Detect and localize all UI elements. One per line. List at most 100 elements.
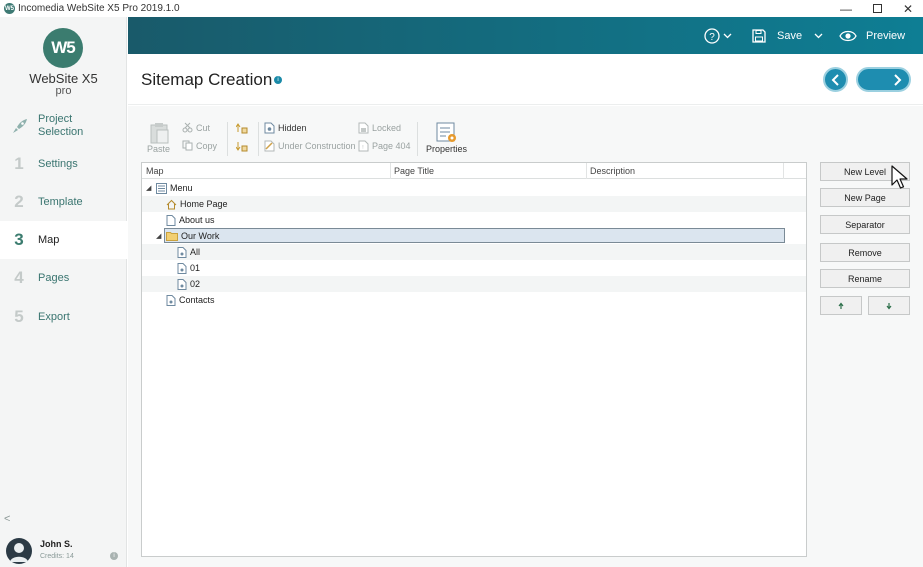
page-header: Sitemap Creation i xyxy=(128,54,923,105)
avatar xyxy=(6,538,32,564)
move-down-button[interactable] xyxy=(868,296,910,315)
column-divider xyxy=(586,163,587,179)
tree-row-about-us[interactable]: About us xyxy=(142,212,806,228)
tree-row-02[interactable]: 02 xyxy=(142,276,806,292)
page404-label: Page 404 xyxy=(372,141,411,151)
move-down-level-button[interactable] xyxy=(236,140,251,152)
locked-toggle[interactable]: Locked xyxy=(358,122,401,134)
sidebar-item-pages[interactable]: 4 Pages xyxy=(0,259,127,297)
tree-row-label: All xyxy=(190,247,201,257)
tree-header: Map Page Title Description xyxy=(142,163,806,179)
home-icon xyxy=(166,199,177,209)
locked-label: Locked xyxy=(372,123,402,133)
move-up-level-button[interactable] xyxy=(236,122,251,134)
tree-row-01[interactable]: 01 xyxy=(142,260,806,276)
tree-row-label: Home Page xyxy=(180,199,228,209)
page-icon xyxy=(177,278,187,290)
info-icon[interactable]: i xyxy=(110,552,118,560)
logo-subtitle: pro xyxy=(55,85,72,97)
hidden-toggle[interactable]: Hidden xyxy=(264,122,307,134)
close-button[interactable]: ✕ xyxy=(893,0,923,17)
remove-button[interactable]: Remove xyxy=(820,243,910,262)
copy-button[interactable]: Copy xyxy=(182,140,217,151)
selection-highlight xyxy=(164,228,785,243)
hidden-page-icon xyxy=(264,122,275,134)
step-number: 1 xyxy=(14,154,24,173)
preview-button[interactable]: Preview xyxy=(839,17,905,54)
top-toolbar: ? Save Preview xyxy=(128,17,923,54)
level-down-icon xyxy=(236,142,248,152)
user-credits: Credits: 14 xyxy=(40,553,74,560)
next-button[interactable] xyxy=(856,67,911,92)
tree-row-label: 01 xyxy=(190,263,201,273)
tree-row-label: About us xyxy=(179,215,215,225)
sidebar-item-export[interactable]: 5 Export xyxy=(0,298,127,336)
copy-icon xyxy=(182,140,193,151)
step-number: 3 xyxy=(14,230,24,249)
tree-row-menu[interactable]: ◢ Menu xyxy=(142,180,806,196)
help-button[interactable]: ? xyxy=(704,17,732,54)
arrow-down-icon xyxy=(886,302,892,309)
sidebar-item-project-selection[interactable]: Project Selection xyxy=(0,107,127,145)
tree-row-home-page[interactable]: Home Page xyxy=(142,196,806,212)
under-construction-toggle[interactable]: Under Construction xyxy=(264,140,356,152)
sidebar-item-label: Map xyxy=(38,233,60,246)
page-icon xyxy=(166,294,176,306)
under-construction-label: Under Construction xyxy=(278,141,356,151)
user-name: John S. xyxy=(40,539,73,549)
cut-button[interactable]: Cut xyxy=(182,122,210,133)
toolbar-separator xyxy=(227,122,228,156)
user-panel[interactable]: John S. Credits: 14 i xyxy=(6,535,121,565)
toolbar-separator xyxy=(417,122,418,156)
separator-button[interactable]: Separator xyxy=(820,215,910,234)
save-label: Save xyxy=(777,29,803,42)
chevron-down-icon xyxy=(723,33,732,39)
page-icon xyxy=(177,262,187,274)
tree-row-label: Contacts xyxy=(179,295,215,305)
tree-row-label: 02 xyxy=(190,279,201,289)
column-divider xyxy=(783,163,784,179)
sidebar-item-label: Export xyxy=(38,310,70,323)
arrow-left-icon xyxy=(831,73,839,86)
column-header-description[interactable]: Description xyxy=(590,166,635,176)
level-up-icon xyxy=(236,123,248,134)
sidebar-item-label: Settings xyxy=(38,157,78,170)
page-icon xyxy=(177,246,187,258)
column-divider xyxy=(390,163,391,179)
column-header-map[interactable]: Map xyxy=(146,166,164,176)
chevron-down-icon xyxy=(814,33,823,39)
eye-icon xyxy=(839,30,857,41)
svg-text:!: ! xyxy=(362,145,363,151)
save-button[interactable]: Save xyxy=(752,17,823,54)
sidebar-item-label: Project Selection xyxy=(38,113,84,138)
info-icon[interactable]: i xyxy=(274,76,282,84)
column-header-page-title[interactable]: Page Title xyxy=(394,166,434,176)
properties-button[interactable]: Properties xyxy=(426,122,467,154)
sidebar-item-template[interactable]: 2 Template xyxy=(0,183,127,221)
paste-button[interactable]: Paste xyxy=(147,122,170,154)
expand-toggle[interactable]: ◢ xyxy=(156,232,161,240)
back-button[interactable] xyxy=(823,67,848,92)
cut-label: Cut xyxy=(196,122,211,133)
paste-icon xyxy=(150,123,168,144)
main-content: Paste Cut Copy Hidden Under Construction… xyxy=(128,106,923,567)
tree-row-all[interactable]: All xyxy=(142,244,806,260)
sidebar-item-map[interactable]: 3 Map xyxy=(0,221,127,259)
hidden-label: Hidden xyxy=(278,123,307,133)
svg-text:?: ? xyxy=(709,32,715,43)
page404-toggle[interactable]: ! Page 404 xyxy=(358,140,411,152)
page-icon xyxy=(166,214,176,226)
tree-row-our-work[interactable]: ◢ Our Work xyxy=(142,228,806,244)
sidebar-item-settings[interactable]: 1 Settings xyxy=(0,145,127,183)
collapse-sidebar-button[interactable]: < xyxy=(4,513,10,525)
move-up-button[interactable] xyxy=(820,296,862,315)
maximize-button[interactable] xyxy=(862,0,892,17)
step-number: 4 xyxy=(14,268,24,287)
sidebar-item-label: Template xyxy=(38,195,83,208)
tree-row-contacts[interactable]: Contacts xyxy=(142,292,806,308)
properties-label: Properties xyxy=(426,144,468,154)
sitemap-tree[interactable]: Map Page Title Description ◢ Menu Home P… xyxy=(141,162,807,557)
expand-toggle[interactable]: ◢ xyxy=(146,184,151,192)
minimize-button[interactable]: — xyxy=(831,0,861,17)
rename-button[interactable]: Rename xyxy=(820,269,910,288)
